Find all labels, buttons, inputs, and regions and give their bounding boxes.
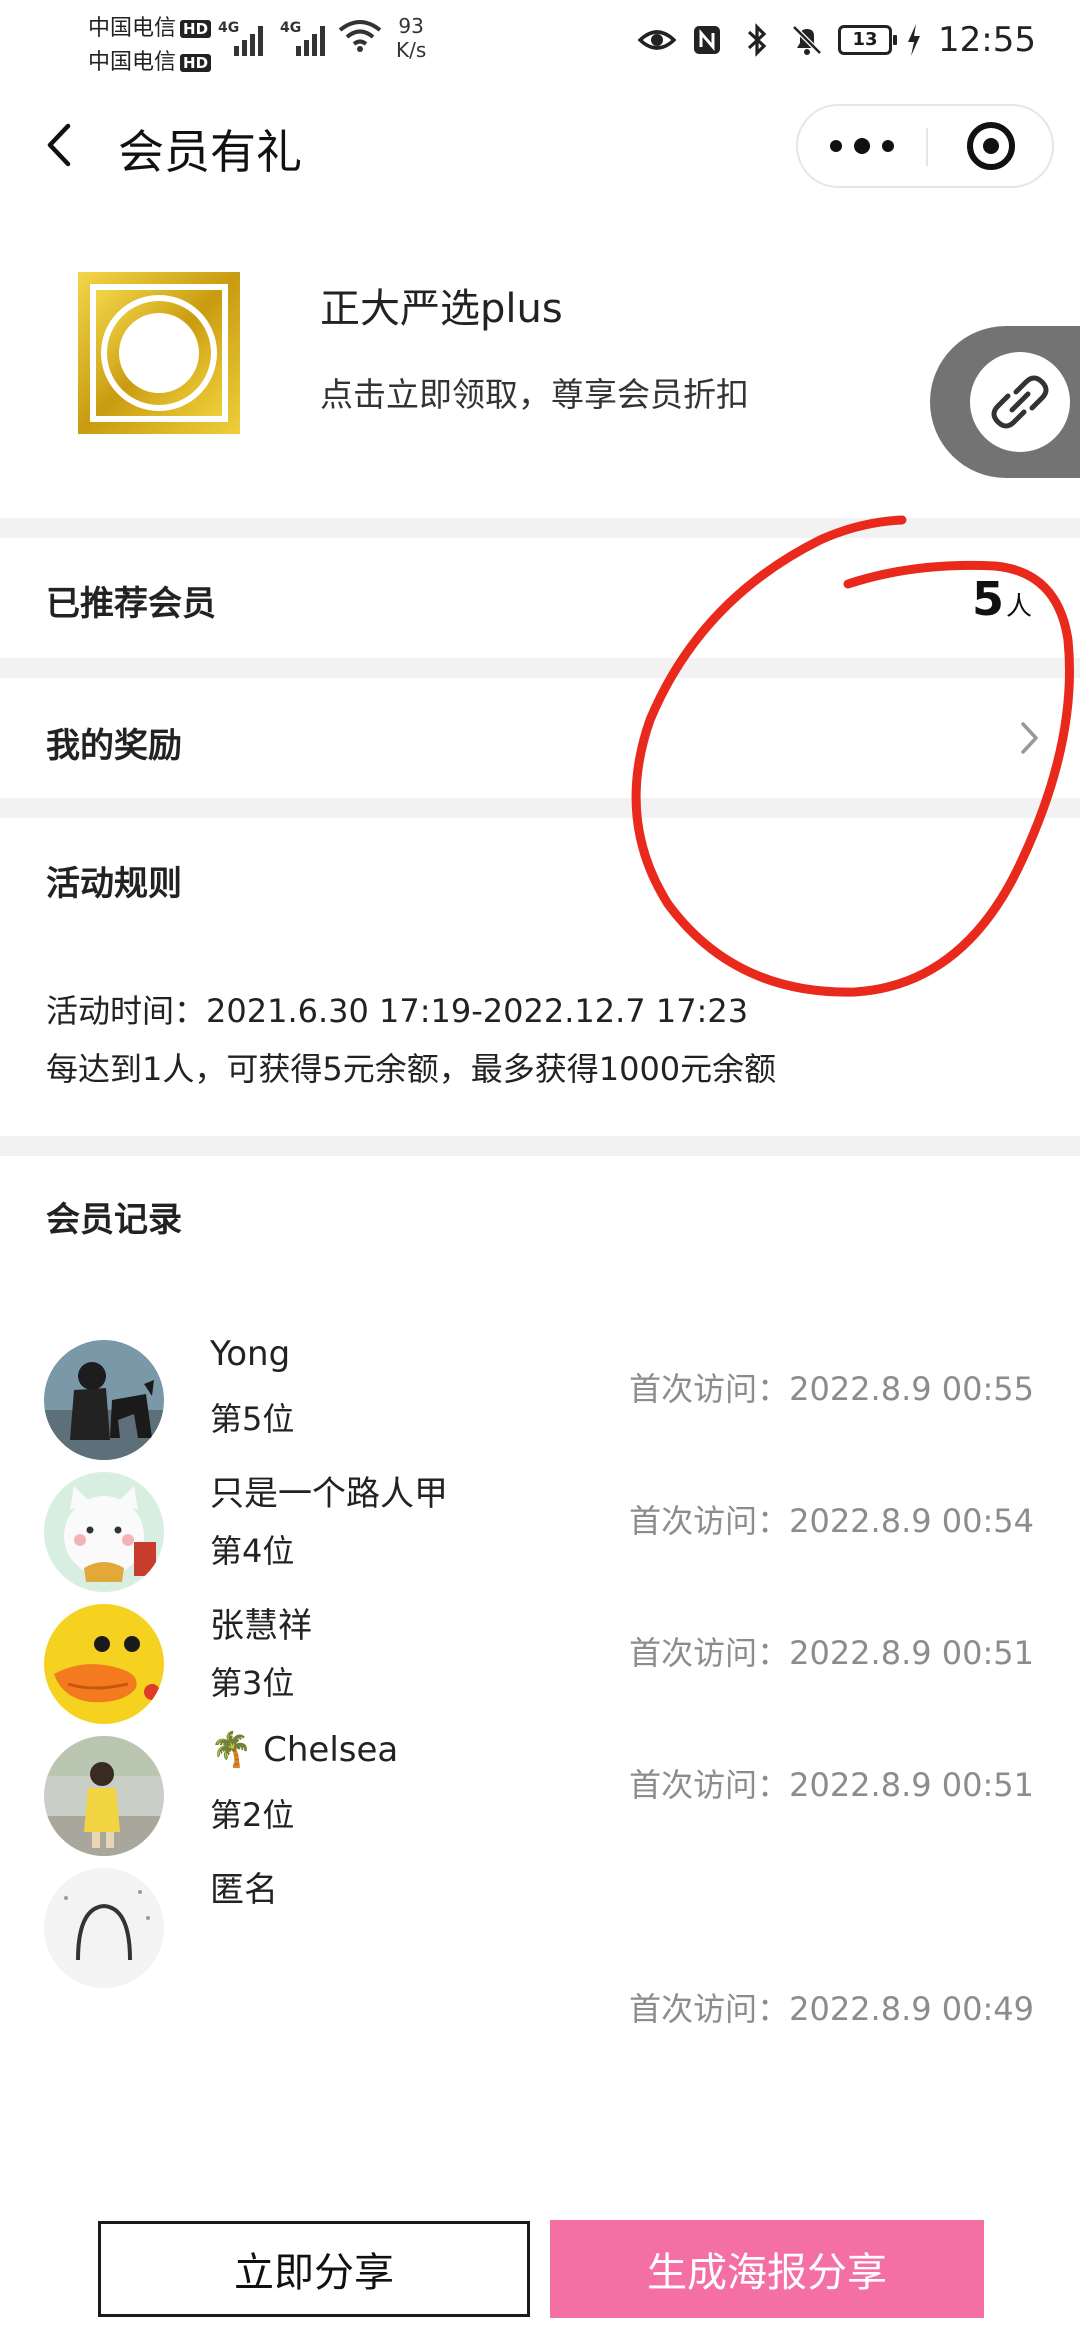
charging-icon — [908, 24, 921, 56]
activity-rules: 活动规则 活动时间：2021.6.30 17:19-2022.12.7 17:2… — [0, 818, 1080, 1136]
member-name: 🌴 Chelsea — [210, 1730, 399, 1770]
my-rewards-row[interactable]: 我的奖励 — [0, 678, 1080, 798]
nfc-icon — [694, 26, 721, 54]
first-visit-time: 首次访问：2022.8.9 00:49 — [629, 1990, 1034, 2028]
mute-bell-icon — [792, 25, 822, 55]
list-item[interactable]: 张慧祥 第3位 首次访问：2022.8.9 00:51 — [0, 1594, 1080, 1734]
avatar — [44, 1868, 164, 1988]
generate-poster-button[interactable]: 生成海报分享 — [550, 2220, 984, 2318]
target-circle-icon — [967, 122, 1015, 170]
more-dots-icon — [830, 138, 894, 154]
carrier-2: 中国电信 HD — [88, 44, 212, 76]
member-name: 张慧祥 — [210, 1606, 312, 1646]
list-item[interactable]: 🌴 Chelsea 第2位 首次访问：2022.8.9 00:51 — [0, 1726, 1080, 1866]
member-name: 只是一个路人甲 — [210, 1474, 448, 1514]
share-now-button[interactable]: 立即分享 — [98, 2221, 530, 2317]
member-name: Yong — [210, 1334, 291, 1374]
section-gap — [0, 798, 1080, 818]
status-bar: 中国电信 HD 中国电信 HD 4G 4G 93 K/s 13 12:55 — [0, 0, 1080, 80]
member-records: 会员记录 Yong 第5位 首次访问：2022.8.9 00:55 只是一个路人… — [0, 1156, 1080, 2206]
first-visit-time: 首次访问：2022.8.9 00:51 — [629, 1766, 1034, 1804]
member-name: 匿名 — [210, 1870, 278, 1910]
member-rank: 第3位 — [210, 1664, 295, 1702]
member-rank: 第5位 — [210, 1400, 295, 1438]
link-icon — [991, 375, 1049, 429]
network-speed: 93 K/s — [396, 14, 427, 62]
rules-time: 活动时间：2021.6.30 17:19-2022.12.7 17:23 — [46, 992, 749, 1030]
recommended-members-row: 已推荐会员 5人 — [0, 538, 1080, 658]
eye-icon — [638, 30, 677, 50]
store-subtitle: 点击立即领取，尊享会员折扣 — [320, 375, 749, 414]
store-name: 正大严选plus — [320, 286, 563, 332]
member-rank: 第2位 — [210, 1796, 295, 1834]
recommended-label: 已推荐会员 — [46, 584, 216, 624]
list-item[interactable]: Yong 第5位 首次访问：2022.8.9 00:55 — [0, 1330, 1080, 1470]
first-visit-time: 首次访问：2022.8.9 00:51 — [629, 1634, 1034, 1672]
chevron-right-icon — [1021, 722, 1038, 754]
rules-title: 活动规则 — [46, 864, 182, 904]
avatar — [44, 1340, 164, 1460]
section-gap — [0, 658, 1080, 678]
records-title: 会员记录 — [46, 1200, 182, 1240]
share-link-button[interactable] — [930, 326, 1080, 478]
chevron-left-icon[interactable] — [36, 120, 86, 170]
close-mini-program-button[interactable] — [928, 106, 1054, 186]
list-item[interactable]: 只是一个路人甲 第4位 首次访问：2022.8.9 00:54 — [0, 1462, 1080, 1602]
list-item[interactable]: 匿名 首次访问：2022.8.9 00:49 — [0, 1858, 1080, 2028]
avatar — [44, 1472, 164, 1592]
battery-icon: 13 — [838, 25, 898, 55]
first-visit-time: 首次访问：2022.8.9 00:55 — [629, 1370, 1034, 1408]
clock: 12:55 — [938, 20, 1036, 60]
nav-bar: 会员有礼 — [0, 86, 1080, 206]
carrier-1: 中国电信 HD — [88, 10, 212, 42]
signal-icon — [230, 22, 270, 56]
more-button[interactable] — [798, 106, 926, 186]
bottom-action-bar: 立即分享 生成海报分享 — [0, 2206, 1080, 2340]
section-gap — [0, 518, 1080, 538]
rules-reward: 每达到1人，可获得5元余额，最多获得1000元余额 — [46, 1050, 777, 1088]
store-profile: 正大严选plus 点击立即领取，尊享会员折扣 — [0, 228, 1080, 518]
first-visit-time: 首次访问：2022.8.9 00:54 — [629, 1502, 1034, 1540]
mini-program-capsule — [796, 104, 1054, 188]
rewards-label: 我的奖励 — [46, 726, 182, 766]
member-rank: 第4位 — [210, 1532, 295, 1570]
signal-icon — [292, 22, 332, 56]
recommended-count: 5人 — [971, 572, 1032, 626]
store-logo — [78, 272, 240, 434]
avatar — [44, 1736, 164, 1856]
bluetooth-icon — [747, 23, 767, 57]
avatar — [44, 1604, 164, 1724]
section-gap — [0, 1136, 1080, 1156]
wifi-icon — [338, 20, 382, 52]
page-title: 会员有礼 — [118, 125, 302, 179]
